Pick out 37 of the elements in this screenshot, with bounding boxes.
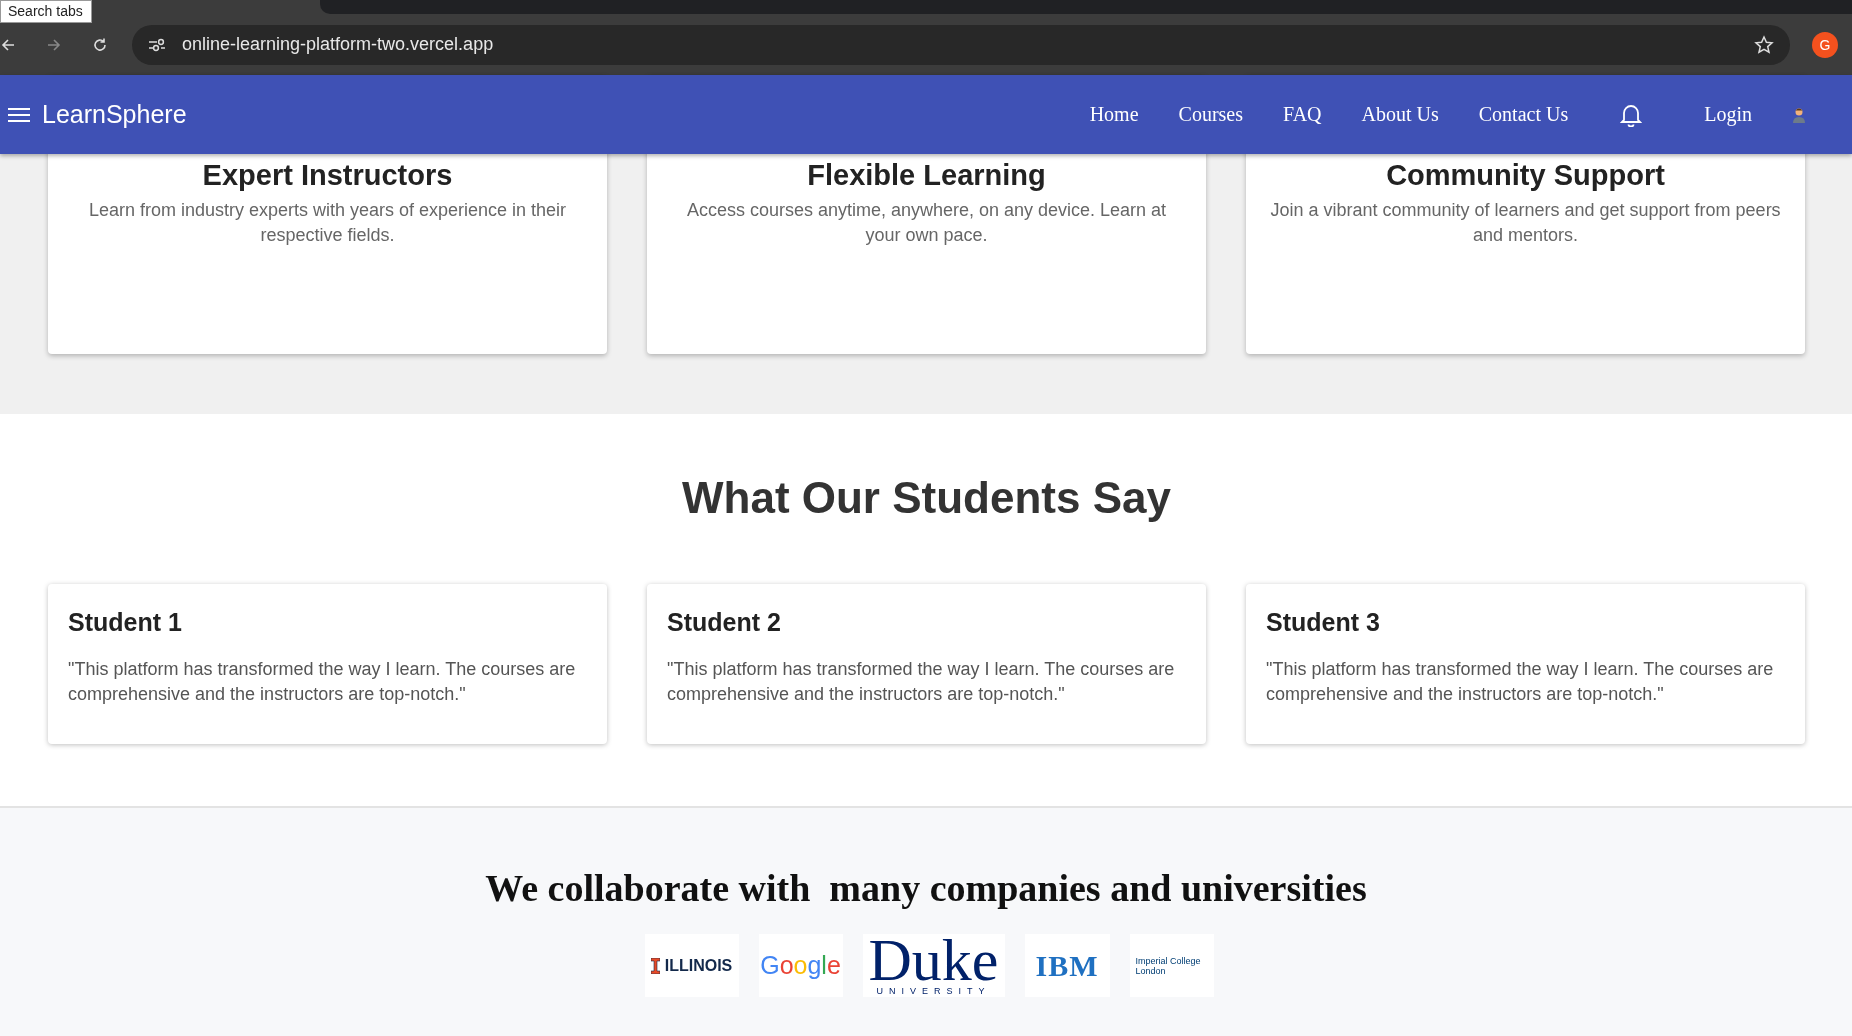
brand-logo-text[interactable]: LearnSphere: [42, 100, 187, 129]
testimonial-quote: "This platform has transformed the way I learn. The courses are comprehensive and the instructors are top-notch.": [1266, 658, 1775, 706]
forward-icon[interactable]: [46, 36, 62, 53]
bookmark-star-icon[interactable]: [1754, 34, 1774, 55]
login-link[interactable]: Login: [1704, 103, 1752, 126]
nav-link[interactable]: Home: [1089, 103, 1139, 126]
testimonial-quote: "This platform has transformed the way I learn. The courses are comprehensive and the instructors are top-notch.": [667, 658, 1176, 706]
feature-description: Join a vibrant community of learners and get support from peers and mentors.: [1269, 199, 1782, 247]
profile-avatar[interactable]: G: [1812, 31, 1838, 58]
feature-description: Learn from industry experts with years of experience in their respective fields.: [87, 199, 568, 247]
user-avatar-icon[interactable]: [1792, 106, 1806, 123]
site-settings-icon[interactable]: [148, 37, 166, 52]
university-logo: Imperial College London: [1129, 934, 1214, 997]
feature-description: Access courses anytime, anywhere, on any device. Learn at your own pace.: [685, 199, 1168, 247]
testimonial-quote: "This platform has transformed the way I learn. The courses are comprehensive and the instructors are top-notch.": [68, 658, 577, 706]
student-name: Student 1: [68, 608, 183, 637]
address-bar[interactable]: online-learning-platform-two.vercel.app: [132, 24, 1790, 65]
company-logo: IBM: [1024, 934, 1110, 997]
section-heading: We collaborate with many companies and universities: [484, 866, 1368, 910]
tooltip: Search tabs: [0, 0, 92, 23]
student-name: Student 3: [1266, 608, 1381, 637]
feature-title: Expert Instructors: [201, 159, 454, 192]
bell-icon[interactable]: [1620, 102, 1643, 127]
back-icon[interactable]: [0, 36, 16, 53]
feature-title: Flexible Learning: [806, 159, 1047, 192]
company-logo: Google: [758, 934, 843, 997]
nav-link[interactable]: FAQ: [1283, 103, 1322, 126]
nav-link[interactable]: Courses: [1178, 103, 1243, 126]
nav-link[interactable]: Contact Us: [1478, 103, 1569, 126]
menu-icon[interactable]: [8, 106, 30, 123]
section-heading: What Our Students Say: [681, 472, 1172, 524]
reload-icon[interactable]: [92, 36, 108, 53]
feature-title: Community Support: [1385, 159, 1666, 192]
url-text: online-learning-platform-two.vercel.app: [182, 34, 495, 55]
nav-link[interactable]: About Us: [1361, 103, 1439, 126]
student-name: Student 2: [667, 608, 782, 637]
university-logo: ILLINOIS: [644, 934, 739, 997]
